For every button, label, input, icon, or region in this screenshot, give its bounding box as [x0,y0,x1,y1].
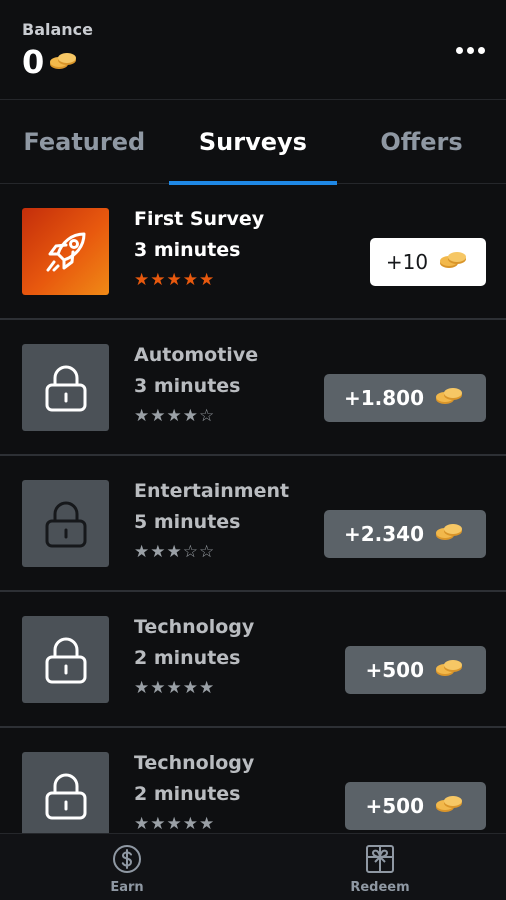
star-filled-icon: ★ [134,678,150,698]
star-filled-icon: ★ [182,406,198,426]
star-filled-icon: ★ [182,814,198,834]
star-filled-icon: ★ [150,270,166,290]
reward-amount: +10 [385,250,429,274]
survey-thumbnail [22,752,109,839]
coin-icon [434,793,464,820]
header: Balance 0 [0,0,506,100]
star-filled-icon: ★ [182,678,198,698]
survey-title: Technology [134,752,255,774]
star-rating: ★ ★ ★ ☆ ☆ [134,544,214,561]
star-filled-icon: ★ [134,814,150,834]
star-filled-icon: ★ [134,270,150,290]
star-filled-icon: ★ [166,270,182,290]
survey-item-entertainment[interactable]: Entertainment 5 minutes ★ ★ ★ ☆ ☆ +2.340 [0,456,506,592]
lock-icon [45,637,86,683]
survey-item-first-survey[interactable]: First Survey 3 minutes ★ ★ ★ ★ ★ +10 [0,184,506,320]
reward-amount: +500 [365,794,424,818]
star-filled-icon: ★ [150,814,166,834]
star-filled-icon: ★ [199,678,215,698]
reward-button[interactable]: +500 [345,646,486,694]
star-filled-icon: ★ [199,814,215,834]
survey-duration: 2 minutes [134,783,241,805]
coin-icon [434,385,464,412]
tab-surveys[interactable]: Surveys [168,100,338,185]
star-filled-icon: ★ [150,678,166,698]
star-filled-icon: ★ [134,406,150,426]
nav-redeem-label: Redeem [350,880,410,895]
survey-item-technology[interactable]: Technology 2 minutes ★ ★ ★ ★ ★ +500 [0,592,506,728]
reward-button[interactable]: +1.800 [323,374,486,422]
star-empty-icon: ☆ [199,542,215,562]
star-rating: ★ ★ ★ ★ ★ [134,680,214,697]
coin-icon [48,50,78,76]
survey-duration: 3 minutes [134,375,241,397]
nav-earn-label: Earn [110,880,144,895]
more-options-button[interactable] [452,38,488,62]
survey-title: Technology [134,616,255,638]
survey-duration: 2 minutes [134,647,241,669]
star-filled-icon: ★ [182,270,198,290]
star-filled-icon: ★ [166,678,182,698]
lock-icon [45,501,86,547]
survey-title: Automotive [134,344,259,366]
star-filled-icon: ★ [150,406,166,426]
tab-featured[interactable]: Featured [0,100,169,184]
reward-amount: +500 [365,658,424,682]
nav-redeem[interactable]: Redeem [330,844,430,895]
star-rating: ★ ★ ★ ★ ★ [134,272,214,289]
reward-button[interactable]: +2.340 [323,510,486,558]
star-filled-icon: ★ [166,814,182,834]
balance-value: 0 [22,43,45,81]
survey-title: Entertainment [134,480,290,502]
rocket-icon [46,232,85,271]
star-filled-icon: ★ [166,542,182,562]
reward-amount: +2.340 [343,522,424,546]
tab-bar: Featured Surveys Offers [0,100,506,185]
star-filled-icon: ★ [199,270,215,290]
bottom-navigation: Earn Redeem [0,833,506,900]
coin-icon [434,657,464,684]
survey-thumbnail [22,480,109,567]
balance-label: Balance [22,20,93,39]
coin-icon [434,521,464,548]
more-horizontal-icon [455,46,463,54]
reward-button[interactable]: +500 [345,782,486,830]
star-empty-icon: ☆ [182,542,198,562]
star-rating: ★ ★ ★ ★ ★ [134,816,214,833]
reward-button[interactable]: +10 [370,238,486,286]
survey-duration: 3 minutes [134,239,241,261]
lock-icon [45,365,86,411]
survey-thumbnail [22,208,109,295]
star-rating: ★ ★ ★ ★ ☆ [134,408,214,425]
balance-display: 0 [22,44,78,80]
survey-item-automotive[interactable]: Automotive 3 minutes ★ ★ ★ ★ ☆ +1.800 [0,320,506,456]
star-empty-icon: ☆ [199,406,215,426]
dollar-circle-icon [113,845,141,873]
tab-offers[interactable]: Offers [337,100,506,184]
star-filled-icon: ★ [166,406,182,426]
lock-icon [45,773,86,819]
reward-amount: +1.800 [343,386,424,410]
survey-list: First Survey 3 minutes ★ ★ ★ ★ ★ +10 Automot… [0,184,506,864]
nav-earn[interactable]: Earn [77,844,177,895]
star-filled-icon: ★ [134,542,150,562]
survey-duration: 5 minutes [134,511,241,533]
survey-thumbnail [22,616,109,703]
survey-thumbnail [22,344,109,431]
gift-icon [366,845,394,873]
coin-icon [438,249,468,276]
star-filled-icon: ★ [150,542,166,562]
survey-title: First Survey [134,208,265,230]
